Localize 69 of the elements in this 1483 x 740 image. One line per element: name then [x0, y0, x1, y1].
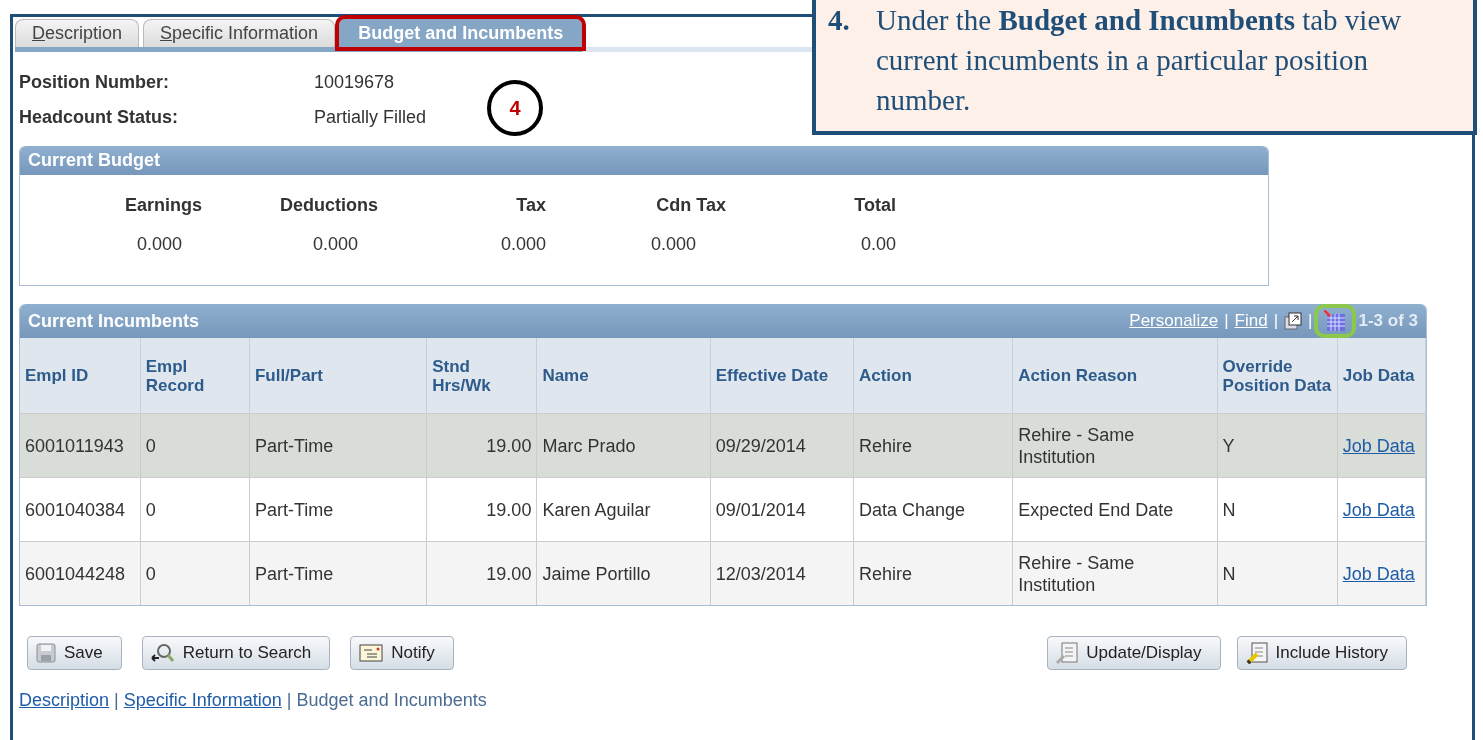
table-cell: Y [1217, 413, 1338, 478]
field-label: Headcount Status: [19, 107, 179, 128]
column-header: Name [536, 338, 711, 414]
table-cell: Marc Prado [536, 413, 711, 478]
job-data-link[interactable]: Job Data [1342, 499, 1415, 520]
column-header: Stnd Hrs/Wk [426, 338, 537, 414]
table-cell: 6001044248 [20, 541, 141, 605]
toolbar-button[interactable]: Return to Search [141, 636, 331, 670]
column-header: Effective Date [710, 338, 854, 414]
link-separator: | [285, 690, 293, 710]
page-link[interactable]: Description [19, 690, 110, 710]
document-icon [1056, 642, 1079, 664]
budget-value: 0.000 [649, 234, 697, 255]
column-label: Earnings [123, 195, 202, 216]
table-cell: 6001011943 [20, 413, 141, 478]
current-page-label: Budget and Incumbents [296, 690, 487, 710]
separator: | [1224, 311, 1229, 331]
field-value: 10019678 [314, 72, 396, 93]
panel-title: Current Budget [28, 150, 160, 171]
toolbar-button[interactable]: Include History [1236, 636, 1407, 670]
table-cell: 0 [140, 413, 250, 478]
budget-value: 0.000 [311, 234, 359, 255]
budget-value: 0.000 [135, 234, 183, 255]
table-cell: Part-Time [249, 541, 427, 605]
table-cell: Rehire [853, 413, 1013, 478]
column-header: Empl Record [140, 338, 250, 414]
column-header: Full/Part [249, 338, 427, 414]
toolbar-button[interactable]: Save [27, 636, 122, 670]
row-count: 1-3 of 3 [1358, 311, 1418, 331]
table-cell: 19.00 [426, 413, 537, 478]
envelope-icon [359, 643, 384, 663]
callout-text: Under the Budget and Incumbents tab view current incumbents in a particular position number. [876, 3, 1403, 118]
column-label: Total [853, 195, 896, 216]
separator: | [1308, 311, 1313, 331]
column-header: Action Reason [1012, 338, 1218, 414]
toolbar-button[interactable]: Update/Display [1047, 636, 1221, 670]
column-label: Cdn Tax [655, 195, 726, 216]
column-header: Action [853, 338, 1013, 414]
column-header: Job Data [1337, 338, 1426, 414]
link-separator: | [113, 690, 120, 710]
field-label: Position Number: [19, 72, 170, 93]
table-cell: Part-Time [249, 413, 427, 478]
table-cell: Rehire - Same Institution [1012, 413, 1218, 478]
table-cell: Rehire [853, 541, 1013, 605]
budget-value: 0.00 [859, 234, 896, 255]
budget-value: 0.000 [499, 234, 546, 255]
table-cell: Jaime Portillo [536, 541, 711, 605]
tab[interactable]: Description [15, 19, 140, 47]
separator: | [1273, 311, 1279, 331]
table-cell: N [1217, 541, 1338, 605]
column-label: Deductions [279, 195, 378, 216]
table-cell: 0 [140, 541, 250, 605]
table-cell: 19.00 [426, 541, 537, 605]
tab[interactable]: Specific Information [143, 19, 336, 47]
step-marker: 4 [487, 80, 543, 136]
column-header: Override Position Data [1217, 338, 1338, 414]
new-window-icon[interactable] [1284, 312, 1303, 330]
field-value: Partially Filled [314, 107, 427, 128]
page-link[interactable]: Specific Information [123, 690, 282, 710]
toolbar-button[interactable]: Notify [350, 636, 454, 670]
table-cell: 09/29/2014 [710, 413, 854, 478]
column-label: Tax [515, 195, 546, 216]
magnifier-arrow-icon [150, 643, 175, 663]
panel-title: Current Incumbents [28, 310, 200, 332]
column-header: Empl ID [20, 338, 141, 414]
step-number: 4. [828, 3, 851, 38]
table-cell: Rehire - Same Institution [1012, 541, 1218, 605]
pencil-document-icon [1245, 642, 1268, 664]
table-cell: 12/03/2014 [710, 541, 854, 605]
